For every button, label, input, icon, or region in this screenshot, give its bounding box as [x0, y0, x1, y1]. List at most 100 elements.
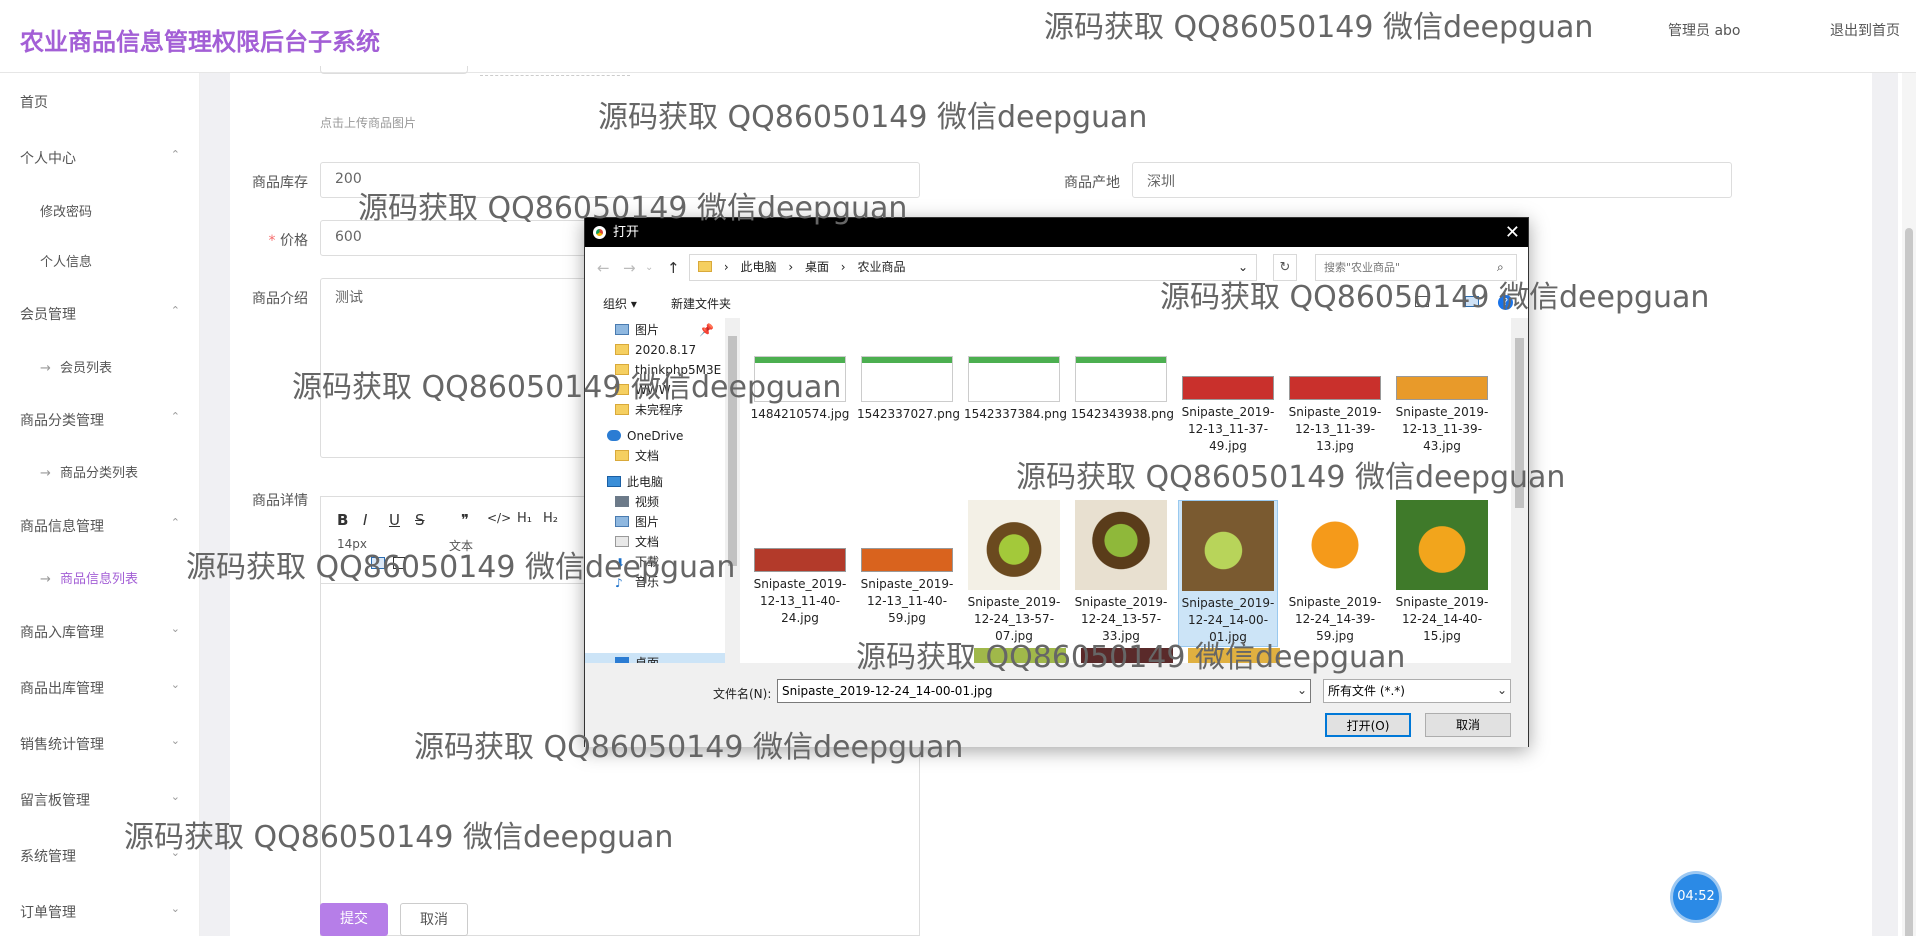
file-item[interactable]: Snipaste_2019-12-24_13-57-33.jpg — [1071, 500, 1171, 645]
path-segment-pc[interactable]: 此电脑 — [740, 260, 776, 274]
filename-input[interactable]: Snipaste_2019-12-24_14-00-01.jpg — [777, 679, 1311, 703]
sidebar-item-personal-center[interactable]: 个人中心 ⌃ — [20, 148, 180, 168]
file-name: 1542343938.png — [1071, 407, 1175, 421]
file-name: Snipaste_2019-12-24_14-40-15.jpg — [1395, 595, 1489, 643]
tree-item-pictures[interactable]: 图片 📌 — [615, 320, 714, 340]
file-thumbnail — [754, 548, 846, 572]
file-item[interactable]: Snipaste_2019-12-13_11-39-13.jpg — [1285, 376, 1385, 455]
sidebar-item-label: 留言板管理 — [20, 793, 90, 809]
chevron-down-icon: ⌄ — [170, 902, 180, 915]
file-item[interactable]: Snipaste_2019-12-13_11-39-43.jpg — [1392, 376, 1492, 455]
underline-button[interactable]: U — [389, 511, 400, 529]
sidebar-item-sales-stats[interactable]: 销售统计管理 ⌄ — [20, 734, 180, 754]
submit-button[interactable]: 提交 — [320, 903, 388, 936]
file-item[interactable]: Snipaste_2019-12-13_11-40-24.jpg — [750, 548, 850, 627]
file-item[interactable]: 1542343938.png — [1071, 356, 1175, 423]
watermark: 源码获取 QQ86050149 微信deepguan — [856, 640, 1406, 675]
admin-user[interactable]: 管理员 abo — [1668, 20, 1740, 40]
h1-button[interactable]: H₁ — [517, 511, 532, 526]
open-button[interactable]: 打开(O) — [1325, 713, 1411, 737]
recent-dropdown-icon[interactable]: ⌄ — [645, 262, 653, 273]
sidebar-item-goods-mgmt[interactable]: 商品信息管理 ⌃ — [20, 516, 180, 536]
file-item[interactable]: Snipaste_2019-12-13_11-37-49.jpg — [1178, 376, 1278, 455]
watermark: 源码获取 QQ86050149 微信deepguan — [414, 730, 964, 765]
blockquote-button[interactable]: ❞ — [461, 511, 469, 529]
file-thumbnail — [1289, 376, 1381, 400]
arrow-right-icon: → — [40, 361, 51, 376]
close-icon[interactable]: ✕ — [1505, 218, 1520, 247]
origin-input[interactable]: 深圳 — [1132, 162, 1732, 198]
tree-item-label: OneDrive — [627, 429, 684, 443]
h2-button[interactable]: H₂ — [543, 511, 558, 526]
cancel-button[interactable]: 取消 — [400, 903, 468, 936]
upload-box-dashed[interactable] — [480, 66, 630, 76]
page-scrollbar[interactable] — [1902, 73, 1916, 936]
strike-button[interactable]: S — [415, 511, 425, 529]
dialog-title: 打开 — [613, 225, 640, 240]
code-button[interactable]: </> — [487, 511, 511, 525]
file-item[interactable]: Snipaste_2019-12-24_14-40-15.jpg — [1392, 500, 1492, 645]
file-item-selected[interactable]: Snipaste_2019-12-24_14-00-01.jpg — [1178, 500, 1278, 647]
file-name: Snipaste_2019-12-13_11-37-49.jpg — [1181, 405, 1275, 453]
upload-box-partial[interactable] — [320, 66, 468, 74]
file-thumbnail — [1182, 501, 1274, 591]
file-item[interactable]: Snipaste_2019-12-13_11-40-59.jpg — [857, 548, 957, 627]
filetype-select[interactable]: 所有文件 (*.*) — [1323, 679, 1511, 703]
organize-menu[interactable]: 组织 ▾ — [603, 295, 637, 312]
tree-item-pictures[interactable]: 图片 — [615, 512, 659, 532]
path-sep: › — [788, 260, 794, 274]
up-icon[interactable]: ↑ — [667, 259, 680, 277]
sidebar-item-change-password[interactable]: 修改密码 — [40, 201, 92, 220]
app-title: 农业商品信息管理权限后台子系统 — [20, 28, 380, 56]
forward-icon[interactable]: → — [623, 259, 636, 277]
tree-item-onedrive[interactable]: OneDrive — [607, 426, 683, 446]
sidebar-item-stock-in[interactable]: 商品入库管理 ⌄ — [20, 622, 180, 642]
sidebar-item-label: 销售统计管理 — [20, 737, 104, 753]
filetype-dropdown-icon[interactable]: ⌄ — [1497, 683, 1507, 697]
file-item[interactable]: Snipaste_2019-12-24_13-57-07.jpg — [964, 500, 1064, 645]
video-icon — [615, 496, 629, 507]
folder-icon — [615, 450, 629, 461]
timer-badge[interactable]: 04:52 — [1673, 874, 1719, 920]
file-name: 1542337027.png — [857, 407, 961, 421]
watermark: 源码获取 QQ86050149 微信deepguan — [598, 100, 1148, 135]
file-item[interactable]: 1542337384.png — [964, 356, 1067, 423]
required-mark: * — [268, 233, 280, 249]
file-item[interactable]: 1542337027.png — [857, 356, 961, 423]
logout-link[interactable]: 退出到首页 — [1830, 20, 1900, 40]
content-gutter-left — [200, 73, 230, 936]
back-icon[interactable]: ← — [597, 259, 610, 277]
bold-button[interactable]: B — [337, 511, 348, 529]
new-folder-button[interactable]: 新建文件夹 — [671, 295, 731, 312]
sidebar-item-category-mgmt[interactable]: 商品分类管理 ⌃ — [20, 410, 180, 430]
sidebar-item-goods-list[interactable]: → 商品信息列表 — [40, 568, 138, 587]
origin-label: 商品产地 — [1064, 175, 1120, 191]
sidebar-item-message-board[interactable]: 留言板管理 ⌄ — [20, 790, 180, 810]
chevron-up-icon: ⌃ — [170, 516, 180, 529]
tree-item-videos[interactable]: 视频 — [615, 492, 659, 512]
path-segment-folder[interactable]: 农业商品 — [857, 260, 905, 274]
folder-icon — [615, 344, 629, 355]
file-thumbnail — [861, 356, 953, 402]
tree-item-folder[interactable]: 文档 — [615, 446, 659, 466]
tree-item-folder[interactable]: 2020.8.17 — [615, 340, 696, 360]
file-item[interactable]: Snipaste_2019-12-24_14-39-59.jpg — [1285, 500, 1385, 645]
tree-item-label: 2020.8.17 — [635, 343, 697, 357]
dialog-cancel-button[interactable]: 取消 — [1425, 713, 1511, 737]
sidebar-item-personal-info[interactable]: 个人信息 — [40, 251, 92, 270]
sidebar-item-order-mgmt[interactable]: 订单管理 ⌄ — [20, 902, 180, 922]
tree-item-this-pc[interactable]: 此电脑 — [607, 472, 663, 492]
sidebar-item-label: 订单管理 — [20, 905, 76, 921]
watermark: 源码获取 QQ86050149 微信deepguan — [358, 191, 908, 226]
pc-icon — [607, 476, 621, 487]
filename-dropdown-icon[interactable]: ⌄ — [1297, 683, 1307, 697]
italic-button[interactable]: I — [363, 511, 367, 529]
sidebar-item-category-list[interactable]: → 商品分类列表 — [40, 462, 138, 481]
sidebar-item-home[interactable]: 首页 — [20, 92, 180, 112]
scrollbar-thumb[interactable] — [1905, 228, 1913, 936]
sidebar-item-member-mgmt[interactable]: 会员管理 ⌃ — [20, 304, 180, 324]
sidebar-item-member-list[interactable]: → 会员列表 — [40, 357, 112, 376]
sidebar-item-stock-out[interactable]: 商品出库管理 ⌄ — [20, 678, 180, 698]
sidebar-item-label: 首页 — [20, 95, 48, 111]
path-segment-desktop[interactable]: 桌面 — [805, 260, 829, 274]
